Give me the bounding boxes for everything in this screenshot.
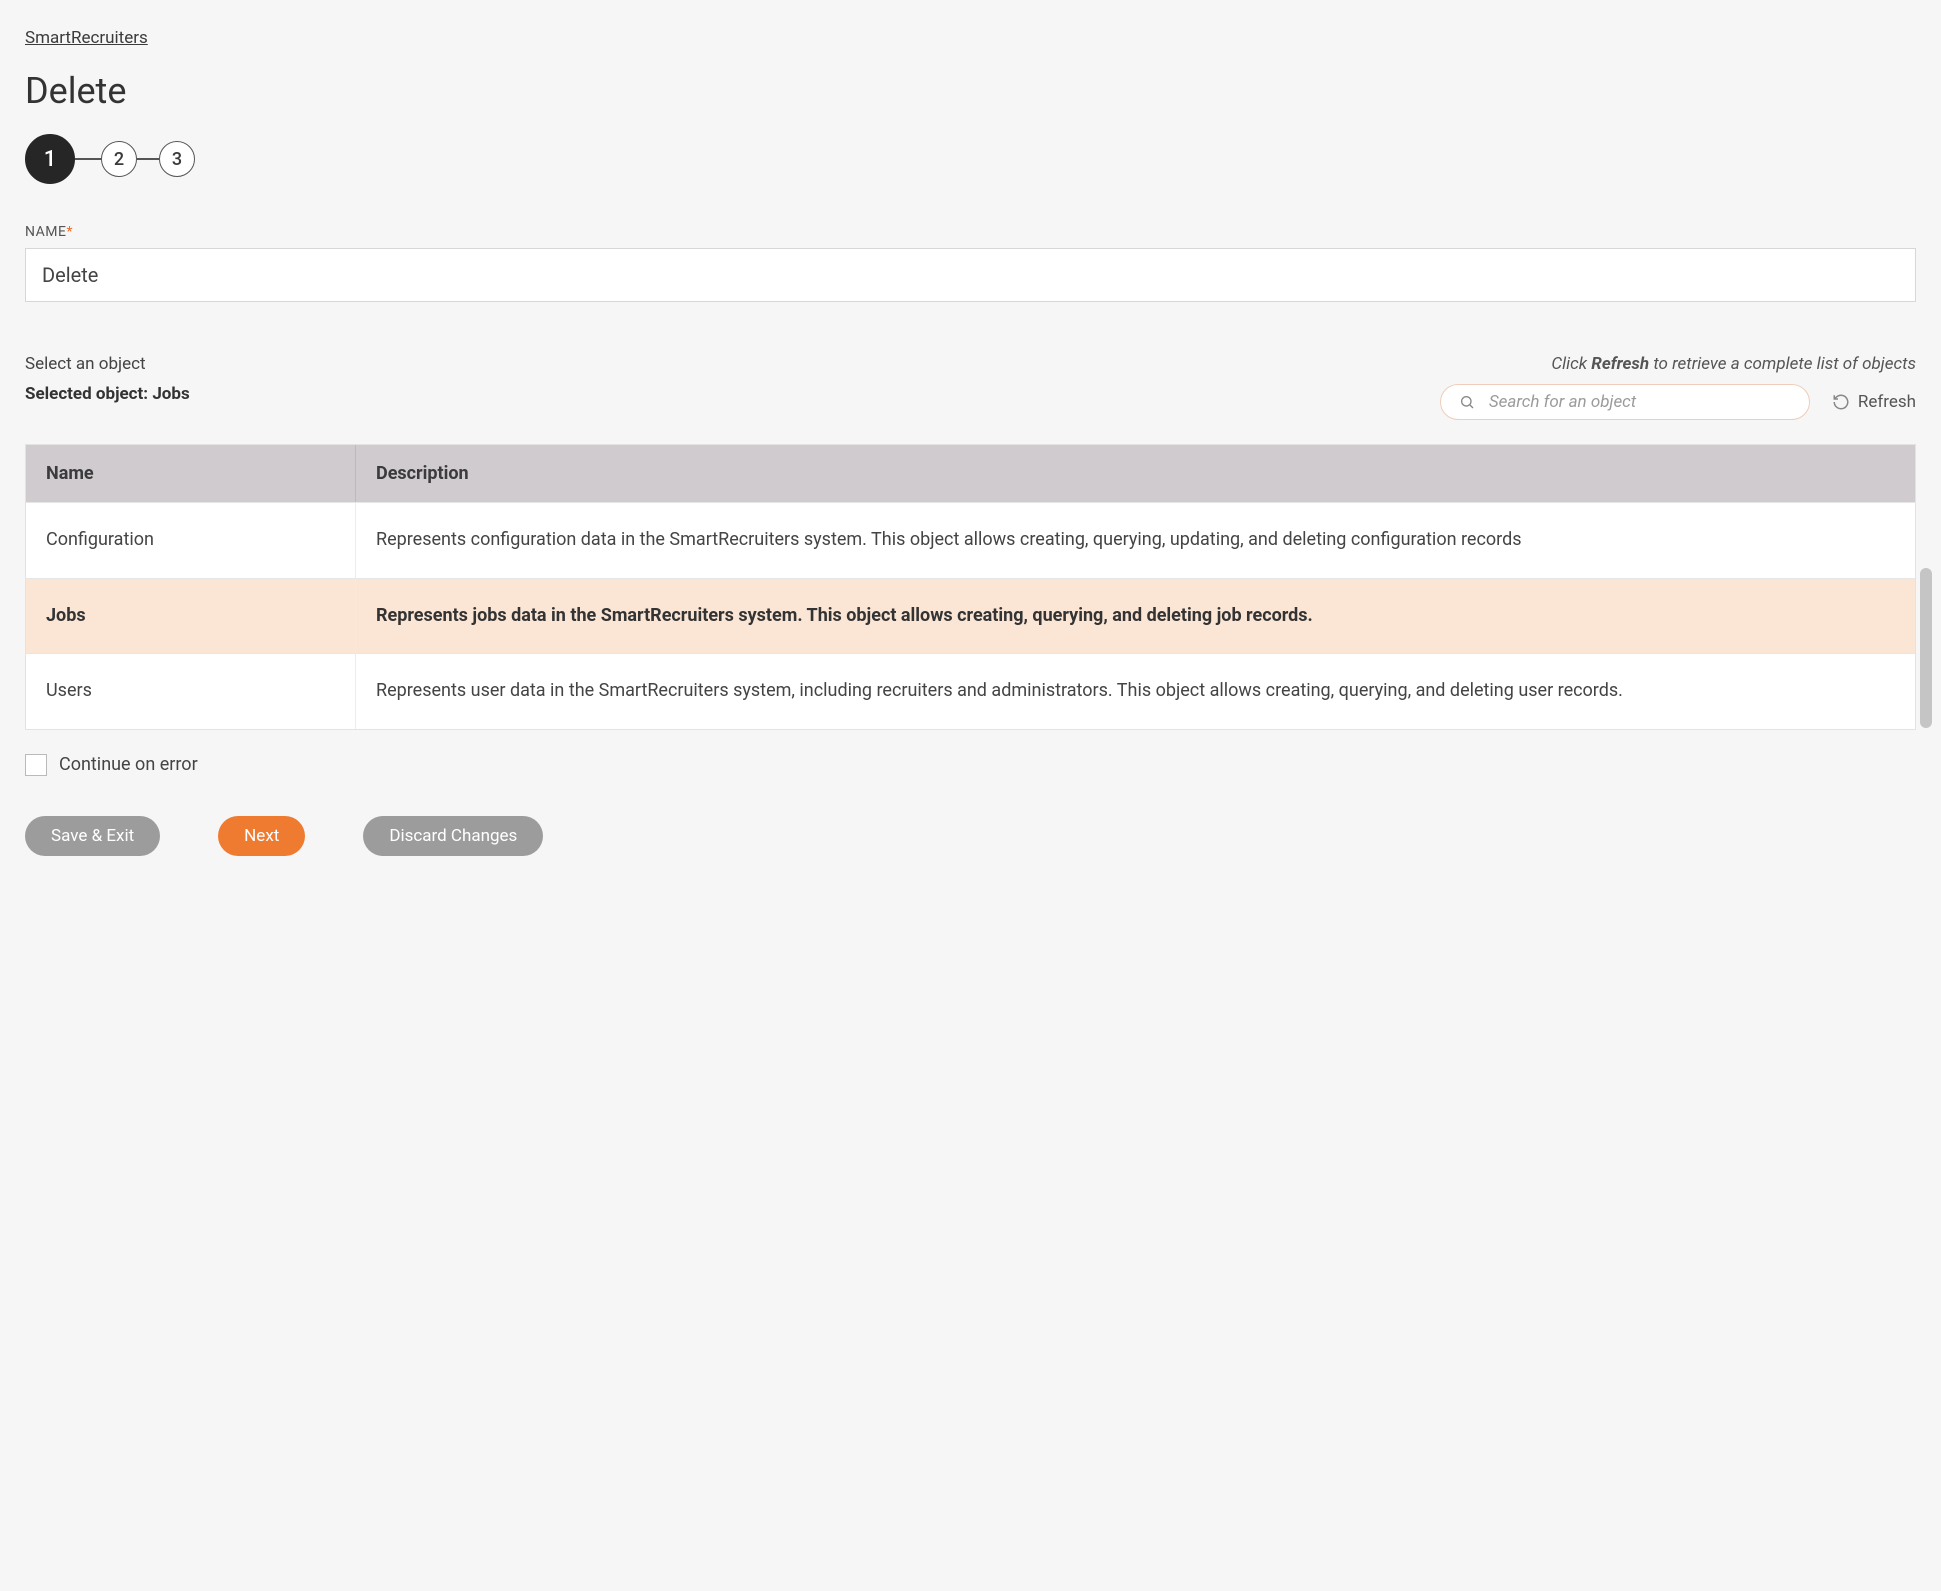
table-row[interactable]: ConfigurationRepresents configuration da… <box>26 502 1915 578</box>
save-exit-button[interactable]: Save & Exit <box>25 816 160 856</box>
select-object-label: Select an object <box>25 354 190 374</box>
selected-object-value: Jobs <box>152 384 189 404</box>
selected-object-text: Selected object: Jobs <box>25 384 190 404</box>
table-row[interactable]: UsersRepresents user data in the SmartRe… <box>26 653 1915 729</box>
col-header-description[interactable]: Description <box>356 445 1915 502</box>
discard-changes-button[interactable]: Discard Changes <box>363 816 543 856</box>
step-1[interactable]: 1 <box>25 134 75 184</box>
refresh-hint-pre: Click <box>1551 354 1591 374</box>
object-table-wrap: Name Description ConfigurationRepresents… <box>25 444 1916 730</box>
name-label-text: NAME <box>25 224 66 240</box>
cell-description: Represents configuration data in the Sma… <box>356 502 1915 578</box>
search-input[interactable] <box>1487 391 1791 413</box>
cell-name: Jobs <box>26 578 356 654</box>
name-input[interactable] <box>25 248 1916 302</box>
wizard-stepper: 1 2 3 <box>25 134 1916 184</box>
refresh-hint: Click Refresh to retrieve a complete lis… <box>1440 354 1916 374</box>
selected-object-prefix: Selected object: <box>25 384 152 404</box>
refresh-button-label: Refresh <box>1858 392 1916 412</box>
continue-on-error-label: Continue on error <box>59 754 198 775</box>
step-connector <box>137 158 159 160</box>
step-2[interactable]: 2 <box>101 141 137 177</box>
search-box[interactable] <box>1440 384 1810 420</box>
required-marker: * <box>66 224 73 240</box>
step-connector <box>75 158 101 160</box>
cell-description: Represents user data in the SmartRecruit… <box>356 653 1915 729</box>
refresh-hint-bold: Refresh <box>1591 354 1649 374</box>
scrollbar-thumb[interactable] <box>1920 568 1932 728</box>
name-field-label: NAME* <box>25 224 1916 240</box>
col-header-name[interactable]: Name <box>26 445 356 502</box>
refresh-button[interactable]: Refresh <box>1832 392 1916 412</box>
next-button[interactable]: Next <box>218 816 305 856</box>
scrollbar-track[interactable] <box>1920 508 1932 728</box>
object-table: Name Description ConfigurationRepresents… <box>25 444 1916 730</box>
cell-name: Users <box>26 653 356 729</box>
cell-name: Configuration <box>26 502 356 578</box>
page-title: Delete <box>25 70 1916 112</box>
refresh-hint-post: to retrieve a complete list of objects <box>1649 354 1916 374</box>
refresh-icon <box>1832 393 1850 411</box>
continue-on-error-checkbox[interactable] <box>25 754 47 776</box>
search-icon <box>1459 394 1475 410</box>
table-row[interactable]: JobsRepresents jobs data in the SmartRec… <box>26 578 1915 654</box>
step-3[interactable]: 3 <box>159 141 195 177</box>
breadcrumb-link[interactable]: SmartRecruiters <box>25 28 148 48</box>
cell-description: Represents jobs data in the SmartRecruit… <box>356 578 1915 654</box>
